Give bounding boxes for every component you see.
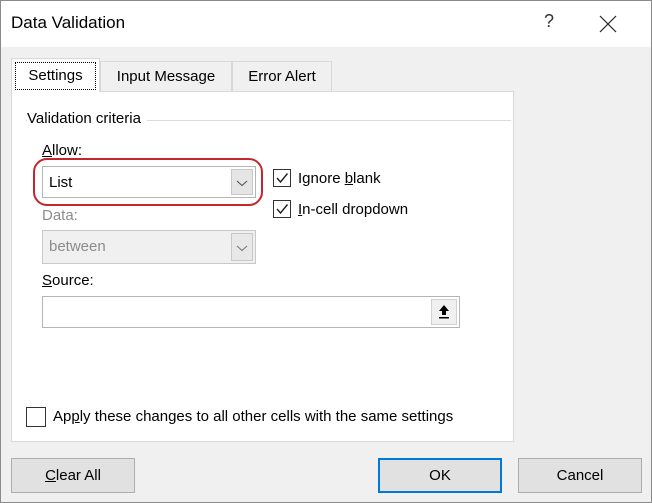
tab-label: Input Message — [116, 68, 216, 85]
collapse-dialog-icon — [439, 305, 449, 319]
clear-all-button[interactable]: Clear All — [11, 458, 135, 493]
apply-to-all-checkbox[interactable] — [26, 407, 46, 427]
tab-input-message[interactable]: Input Message — [100, 61, 232, 91]
data-value: between — [49, 238, 106, 255]
settings-panel: Validation criteria Allow: List Ignore b… — [11, 91, 514, 442]
collapse-dialog-button[interactable] — [431, 299, 457, 325]
help-button[interactable]: ? — [539, 11, 559, 35]
allow-value: List — [49, 174, 73, 191]
cancel-button[interactable]: Cancel — [518, 458, 642, 493]
chevron-down-icon — [236, 180, 248, 187]
data-label: Data: — [42, 207, 78, 224]
chevron-down-icon — [236, 245, 248, 252]
in-cell-dropdown-label[interactable]: In-cell dropdown — [298, 201, 408, 218]
ignore-blank-checkbox[interactable] — [273, 169, 291, 187]
ok-button[interactable]: OK — [378, 458, 502, 493]
source-field — [42, 296, 460, 328]
dialog-title: Data Validation — [11, 13, 126, 32]
in-cell-dropdown-checkbox[interactable] — [273, 200, 291, 218]
title-bar: Data Validation ? — [1, 1, 651, 47]
close-icon — [599, 15, 617, 33]
data-validation-dialog: Data Validation ? Settings Input Message… — [0, 0, 652, 503]
source-label: Source: — [42, 272, 94, 289]
allow-dropdown-button[interactable] — [231, 169, 253, 195]
ignore-blank-label[interactable]: Ignore blank — [298, 170, 381, 187]
data-dropdown: between — [42, 230, 256, 264]
checkmark-icon — [276, 173, 289, 184]
tab-error-alert[interactable]: Error Alert — [232, 61, 332, 91]
data-dropdown-button — [231, 233, 253, 261]
tab-settings[interactable]: Settings — [11, 58, 100, 92]
checkmark-icon — [276, 204, 289, 215]
close-button[interactable] — [597, 13, 619, 35]
source-input[interactable] — [45, 299, 429, 327]
validation-criteria-label: Validation criteria — [27, 110, 147, 127]
apply-to-all-label[interactable]: Apply these changes to all other cells w… — [53, 408, 453, 425]
tab-label: Error Alert — [248, 68, 316, 85]
focus-rect — [15, 62, 96, 90]
allow-label: Allow: — [42, 142, 83, 159]
allow-dropdown[interactable]: List — [42, 166, 256, 198]
